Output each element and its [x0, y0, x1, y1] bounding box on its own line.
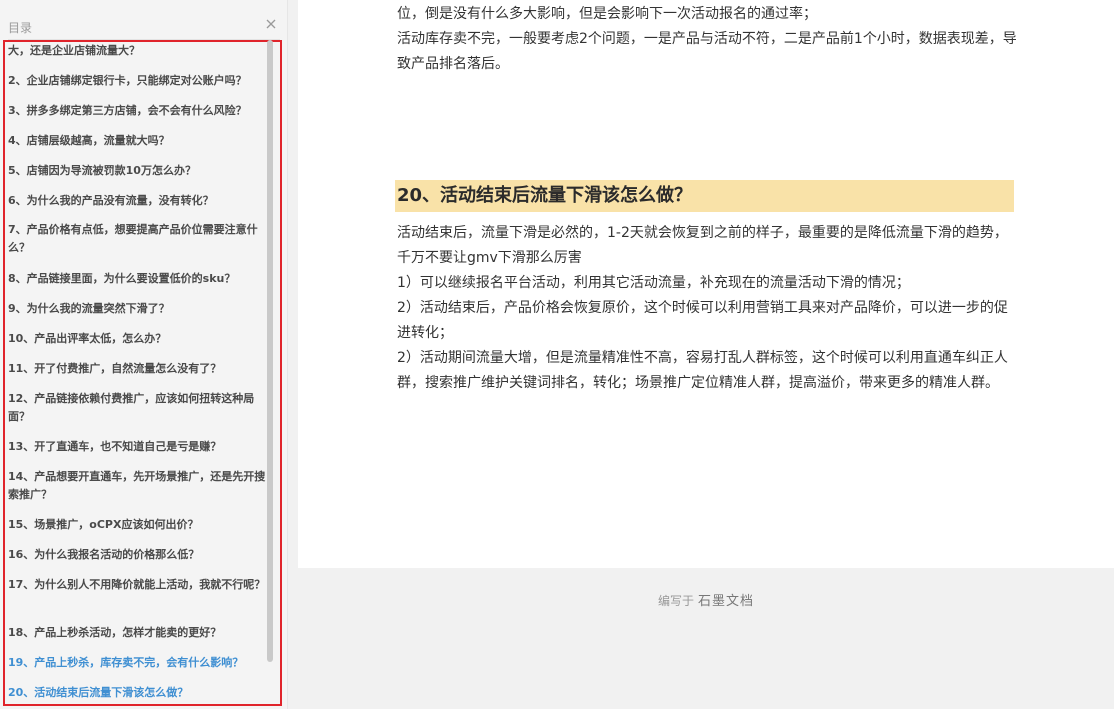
app-window: 目录 大，还是企业店铺流量大？ 2、企业店铺绑定银行卡，只能绑定对公账户吗？ 3…	[0, 0, 1114, 709]
toc-item-4[interactable]: 4、店铺层级越高，流量就大吗？	[8, 132, 270, 150]
section-heading: 20、活动结束后流量下滑该怎么做？	[395, 180, 1014, 212]
paragraph: 活动结束后，流量下滑是必然的，1-2天就会恢复到之前的样子，最重要的是降低流量下…	[397, 225, 1008, 266]
paragraph: 活动库存卖不完，一般要考虑2个问题，一是产品与活动不符，二是产品前1个小时，数据…	[397, 31, 1017, 72]
toc-scrollbar[interactable]	[267, 40, 273, 662]
toc-item-14[interactable]: 14、产品想要开直通车，先开场景推广，还是先开搜索推广？	[8, 468, 270, 504]
paragraph: 1）可以继续报名平台活动，利用其它活动流量，补充现在的流量活动下滑的情况；	[397, 275, 910, 291]
footer: 编写于 石墨文档	[298, 590, 1114, 609]
close-icon[interactable]	[264, 17, 278, 31]
toc-item-5[interactable]: 5、店铺因为导流被罚款10万怎么办？	[8, 162, 270, 180]
paragraph: 2）活动结束后，产品价格会恢复原价，这个时候可以利用营销工具来对产品降价，可以进…	[397, 300, 1008, 341]
toc-item-6[interactable]: 6、为什么我的产品没有流量，没有转化？	[8, 192, 270, 210]
toc-item-13[interactable]: 13、开了直通车，也不知道自己是亏是赚？	[8, 438, 270, 456]
toc-item-20[interactable]: 20、活动结束后流量下滑该怎么做？	[8, 684, 270, 702]
toc-item-7[interactable]: 7、产品价格有点低，想要提高产品价位需要注意什么？	[8, 221, 270, 257]
footer-brand-link[interactable]: 石墨文档	[698, 594, 754, 609]
toc-title: 目录	[8, 21, 33, 35]
toc-item-12[interactable]: 12、产品链接依赖付费推广，应该如何扭转这种局面？	[8, 390, 270, 426]
toc-item-1[interactable]: 大，还是企业店铺流量大？	[8, 42, 270, 60]
section-heading-text: 20、活动结束后流量下滑该怎么做？	[397, 185, 693, 206]
toc-item-10[interactable]: 10、产品出评率太低，怎么办？	[8, 330, 270, 348]
document-page: 位，倒是没有什么多大影响，但是会影响下一次活动报名的通过率； 活动库存卖不完，一…	[298, 0, 1114, 568]
toc-item-3[interactable]: 3、拼多多绑定第三方店铺，会不会有什么风险？	[8, 102, 270, 120]
toc-item-16[interactable]: 16、为什么我报名活动的价格那么低？	[8, 546, 270, 564]
toc-item-8[interactable]: 8、产品链接里面，为什么要设置低价的sku？	[8, 270, 270, 288]
toc-item-18[interactable]: 18、产品上秒杀活动，怎样才能卖的更好？	[8, 624, 270, 642]
toc-item-9[interactable]: 9、为什么我的流量突然下滑了？	[8, 300, 270, 318]
toc-header: 目录	[0, 0, 288, 40]
toc-item-15[interactable]: 15、场景推广，oCPX应该如何出价？	[8, 516, 270, 534]
toc-item-17[interactable]: 17、为什么别人不用降价就能上活动，我就不行呢？	[8, 576, 270, 594]
paragraph: 位，倒是没有什么多大影响，但是会影响下一次活动报名的通过率；	[397, 6, 817, 22]
toc-panel: 目录 大，还是企业店铺流量大？ 2、企业店铺绑定银行卡，只能绑定对公账户吗？ 3…	[0, 0, 288, 709]
toc-item-11[interactable]: 11、开了付费推广，自然流量怎么没有了？	[8, 360, 270, 378]
footer-prefix: 编写于	[657, 594, 694, 608]
paragraph: 2）活动期间流量大增，但是流量精准性不高，容易打乱人群标签，这个时候可以利用直通…	[397, 350, 1008, 391]
toc-item-2[interactable]: 2、企业店铺绑定银行卡，只能绑定对公账户吗？	[8, 72, 270, 90]
toc-highlight-frame: 大，还是企业店铺流量大？ 2、企业店铺绑定银行卡，只能绑定对公账户吗？ 3、拼多…	[3, 40, 282, 706]
toc-item-19[interactable]: 19、产品上秒杀，库存卖不完，会有什么影响？	[8, 654, 270, 672]
